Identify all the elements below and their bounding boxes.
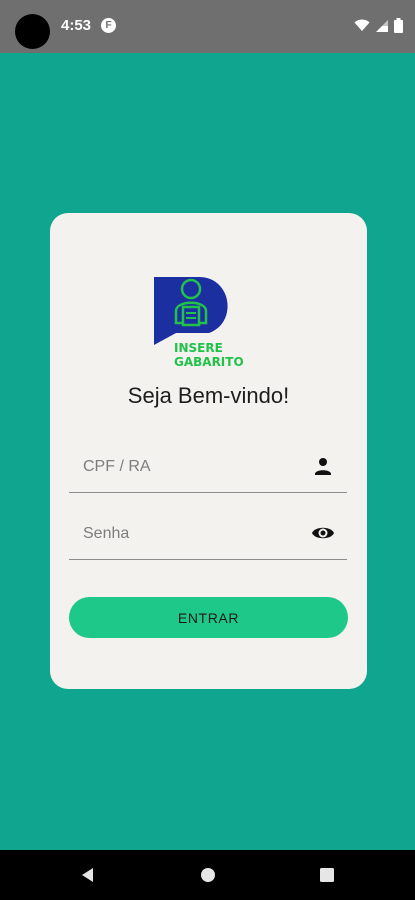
welcome-heading: Seja Bem-vindo!: [127, 383, 290, 408]
recents-icon[interactable]: [317, 865, 337, 885]
password-field: [69, 509, 347, 560]
status-bar: 4:53 F: [0, 0, 415, 53]
cpf-input[interactable]: [81, 442, 305, 492]
back-icon[interactable]: [78, 865, 98, 885]
battery-icon: [394, 18, 403, 33]
status-icons: [354, 18, 403, 33]
wifi-icon: [354, 19, 370, 31]
logo-text-gabarito: GABARITO: [174, 355, 244, 369]
camera-cutout: [15, 14, 50, 49]
signal-icon: [376, 19, 388, 32]
home-icon[interactable]: [198, 865, 218, 885]
navigation-bar: [0, 850, 415, 900]
logo-text-insere: INSERE: [174, 341, 223, 355]
password-input[interactable]: [81, 509, 305, 559]
cpf-field: [69, 442, 347, 493]
status-time: 4:53: [61, 17, 92, 34]
entrar-button[interactable]: ENTRAR: [69, 597, 348, 638]
login-screen: 4:53 F INSERE GABARITO Seja Bem-vindo! C…: [0, 0, 415, 900]
app-notification-icon: F: [101, 18, 116, 33]
login-card: INSERE GABARITO Seja Bem-vindo! ENTRAR: [50, 213, 367, 689]
eye-icon[interactable]: [311, 521, 335, 545]
insere-gabarito-logo: INSERE GABARITO: [154, 277, 244, 369]
person-icon: [315, 458, 331, 475]
